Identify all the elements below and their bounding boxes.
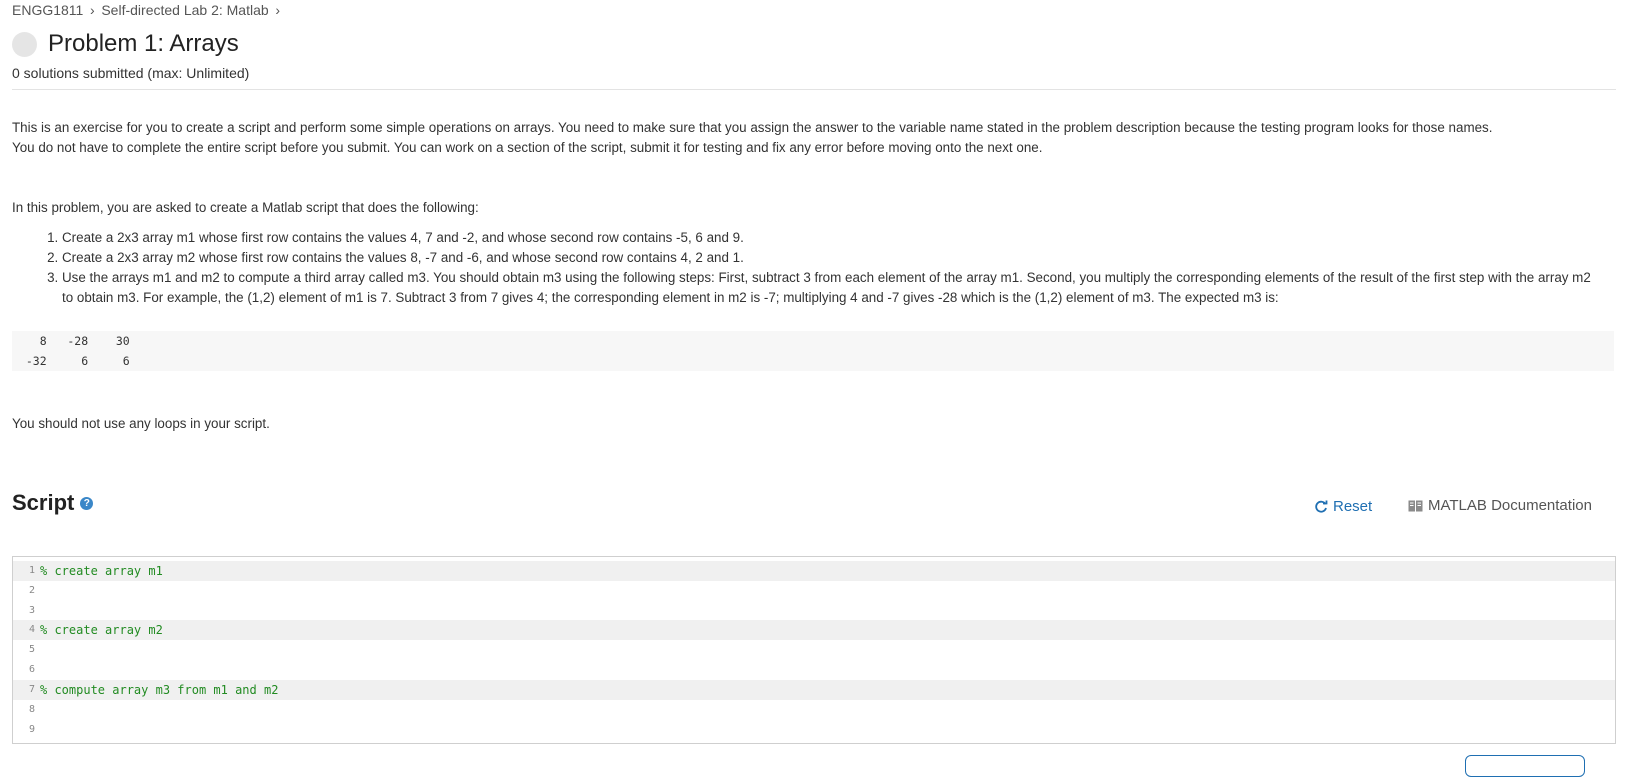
- line-number: 6: [28, 664, 35, 675]
- script-heading: Script ?: [12, 490, 94, 516]
- code-editor[interactable]: 1 % create array m1 2 3 4 % create array…: [12, 556, 1616, 744]
- line-number: 3: [28, 605, 35, 616]
- status-circle-icon: [12, 31, 37, 57]
- page-title: Problem 1: Arrays: [48, 30, 239, 57]
- breadcrumb-lab-link[interactable]: Self-directed Lab 2: Matlab: [101, 2, 268, 18]
- editor-line[interactable]: 3: [13, 601, 1615, 621]
- intro-text: This is an exercise for you to create a …: [12, 118, 1612, 158]
- editor-line[interactable]: 9: [13, 720, 1615, 740]
- book-icon: [1408, 500, 1423, 511]
- breadcrumb-course-link[interactable]: ENGG1811: [12, 2, 83, 18]
- editor-line[interactable]: 6: [13, 660, 1615, 680]
- line-code: % create array m1: [40, 564, 163, 578]
- reset-icon: [1315, 500, 1328, 513]
- divider: [12, 89, 1616, 90]
- line-code: % compute array m3 from m1 and m2: [40, 683, 279, 697]
- editor-line[interactable]: 8: [13, 700, 1615, 720]
- expected-output-row: -32 6 6: [12, 354, 130, 368]
- submit-button[interactable]: [1465, 755, 1585, 777]
- reset-button[interactable]: Reset: [1314, 498, 1372, 515]
- expected-output-row: 8 -28 30: [12, 334, 130, 348]
- line-number: 1: [28, 565, 35, 576]
- reset-label: Reset: [1333, 498, 1373, 515]
- line-number: 4: [28, 624, 35, 635]
- editor-line[interactable]: 7 % compute array m3 from m1 and m2: [13, 680, 1615, 700]
- task-intro: In this problem, you are asked to create…: [12, 200, 479, 215]
- steps-list: Create a 2x3 array m1 whose first row co…: [12, 228, 1592, 308]
- editor-line[interactable]: 5: [13, 640, 1615, 660]
- breadcrumb: ENGG1811 › Self-directed Lab 2: Matlab ›: [12, 0, 287, 20]
- editor-line[interactable]: 1 % create array m1: [13, 561, 1615, 581]
- chevron-right-icon: ›: [275, 2, 280, 18]
- matlab-documentation-label: MATLAB Documentation: [1428, 497, 1592, 514]
- matlab-documentation-link[interactable]: MATLAB Documentation: [1408, 497, 1592, 514]
- line-number: 8: [28, 704, 35, 715]
- line-number: 9: [28, 724, 35, 735]
- script-heading-text: Script: [12, 490, 75, 515]
- submission-count: 0 solutions submitted (max: Unlimited): [12, 65, 250, 81]
- chevron-right-icon: ›: [90, 2, 95, 18]
- editor-line[interactable]: 4 % create array m2: [13, 620, 1615, 640]
- line-number: 2: [28, 585, 35, 596]
- intro-line-2: You do not have to complete the entire s…: [12, 140, 1043, 155]
- title-row: Problem 1: Arrays: [12, 30, 239, 58]
- intro-line-1: This is an exercise for you to create a …: [12, 120, 1493, 135]
- line-number: 7: [28, 684, 35, 695]
- step-item: Create a 2x3 array m2 whose first row co…: [62, 248, 1592, 268]
- line-number: 5: [28, 644, 35, 655]
- step-item: Create a 2x3 array m1 whose first row co…: [62, 228, 1592, 248]
- expected-output-block: 8 -28 30 -32 6 6: [12, 331, 1614, 371]
- editor-line[interactable]: 2: [13, 581, 1615, 601]
- question-circle-icon[interactable]: ?: [80, 496, 94, 510]
- line-code: % create array m2: [40, 623, 163, 637]
- no-loops-note: You should not use any loops in your scr…: [12, 416, 270, 431]
- step-item: Use the arrays m1 and m2 to compute a th…: [62, 268, 1592, 308]
